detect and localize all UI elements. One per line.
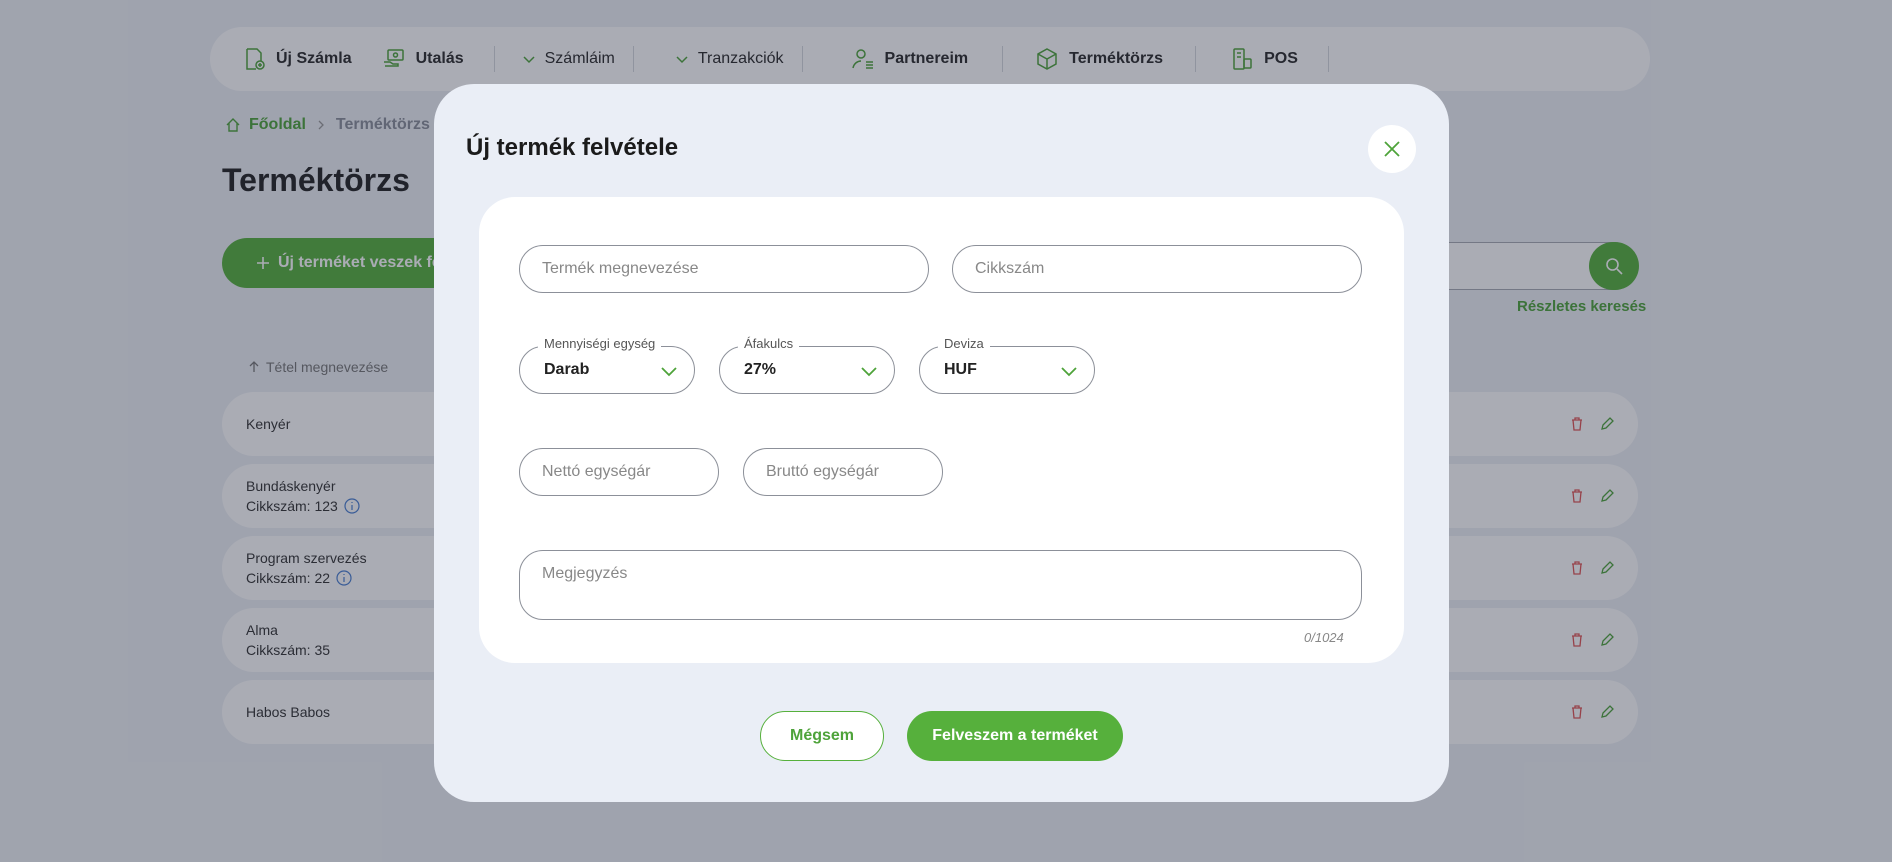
vat-label: Áfakulcs <box>738 336 800 351</box>
char-counter: 0/1024 <box>1304 630 1344 645</box>
sku-field[interactable] <box>952 245 1362 293</box>
gross-price-field[interactable] <box>743 448 943 496</box>
product-name-field[interactable] <box>519 245 929 293</box>
net-price-input[interactable] <box>520 449 718 495</box>
gross-price-input[interactable] <box>744 449 942 495</box>
unit-select[interactable]: Mennyiségi egység Darab <box>519 336 695 394</box>
product-form: Mennyiségi egység Darab Áfakulcs 27% Dev… <box>479 197 1404 663</box>
submit-button[interactable]: Felveszem a terméket <box>907 711 1123 761</box>
cancel-button[interactable]: Mégsem <box>760 711 884 761</box>
note-textarea[interactable] <box>520 551 1361 619</box>
unit-label: Mennyiségi egység <box>538 336 662 351</box>
vat-value: 27% <box>744 361 777 378</box>
vat-select[interactable]: Áfakulcs 27% <box>719 336 895 394</box>
unit-value: Darab <box>544 361 590 378</box>
close-icon <box>1384 141 1400 157</box>
currency-select[interactable]: Deviza HUF <box>919 336 1095 394</box>
chevron-down-icon <box>861 367 877 377</box>
new-product-dialog: Új termék felvétele Mennyiségi egység Da… <box>434 84 1449 802</box>
chevron-down-icon <box>661 367 677 377</box>
product-name-input[interactable] <box>520 246 928 292</box>
currency-label: Deviza <box>938 336 990 351</box>
currency-value: HUF <box>944 361 977 378</box>
note-field[interactable] <box>519 550 1362 620</box>
net-price-field[interactable] <box>519 448 719 496</box>
chevron-down-icon <box>1061 367 1077 377</box>
dialog-title: Új termék felvétele <box>466 134 679 161</box>
sku-input[interactable] <box>953 246 1361 292</box>
close-button[interactable] <box>1368 125 1416 173</box>
